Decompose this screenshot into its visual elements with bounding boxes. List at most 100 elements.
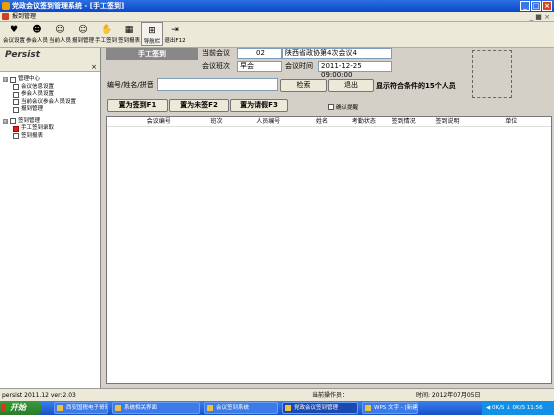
- toolbar-button-label: 导航栏: [143, 39, 161, 45]
- toolbar-button-person[interactable]: ☺ 当前人员: [49, 22, 71, 46]
- attendee-table: 会议编号 班次 人员编号 姓名 考勤状态 签到情况 签到说明 单位: [106, 116, 552, 384]
- system-tray[interactable]: ◀ 0K/S ↓ 0K/S 11:56: [482, 401, 554, 415]
- section-label: 手工签到: [106, 48, 198, 60]
- taskbar-item[interactable]: WPS 文字 - [新建]: [362, 402, 418, 414]
- node-icon: [13, 99, 19, 106]
- toolbar-button-nav[interactable]: ⊞ 导航栏: [141, 22, 163, 46]
- nav-icon: ⊞: [148, 26, 156, 36]
- search-button[interactable]: 检索: [280, 79, 327, 92]
- menu-item-checkin-management[interactable]: 报到管理: [12, 12, 36, 22]
- column-header[interactable]: 人员编号: [236, 117, 300, 126]
- main-panel: 手工签到 当前会议 02 陕西省政协第4次会议4 会议班次 早会 会议时间 20…: [102, 48, 554, 388]
- exit-icon: ⇥: [171, 25, 179, 35]
- column-header[interactable]: 单位: [471, 117, 551, 126]
- tree-item[interactable]: 手工签到录取: [3, 125, 100, 133]
- node-icon: [13, 84, 19, 91]
- toolbar: ♥ 会议设置 ☻ 参会人员 ☺ 当前人员 ☺ 报到管理 ✋ 手工签到 ▦ 签到报表 ⊞ 导航栏 ⇥ 退出F12: [0, 22, 554, 48]
- time-label: 会议时间: [285, 62, 313, 70]
- time-field: 2011-12-25 09:00:00: [318, 61, 392, 79]
- node-icon: [10, 118, 16, 125]
- toolbar-button-label: 会议设置: [3, 38, 26, 44]
- taskbar-item-label: 系统相关界面: [124, 405, 158, 411]
- tree-item[interactable]: ⊟ 管理中心: [3, 76, 100, 84]
- column-header[interactable]: 班次: [197, 117, 237, 126]
- task-icon: [115, 405, 121, 411]
- main-window: 党政会议签到管理系统 - [手工签到] _ □ × 报到管理 _ ■ × ♥ 会议…: [0, 0, 554, 401]
- session-label: 会议班次: [202, 62, 230, 70]
- tree-item-label: 管理中心: [18, 76, 41, 82]
- tree-item-label: 当前会议参会人员设置: [21, 98, 77, 105]
- meeting-no-field: 02: [237, 48, 282, 59]
- start-label: 开始: [10, 403, 26, 412]
- tree-item[interactable]: 当前会议参会人员设置: [3, 99, 100, 107]
- app-icon: [2, 2, 10, 10]
- toolbar-button-report[interactable]: ▦ 签到报表: [118, 22, 140, 46]
- taskbar-item-label: 西安国税电子哥哥: [66, 405, 108, 411]
- taskbar-item[interactable]: 党政会议签到管理: [282, 402, 358, 414]
- search-input[interactable]: [157, 78, 278, 91]
- tree-item-label: 签到管理: [18, 117, 41, 124]
- set-leave-button[interactable]: 置为请假F3: [230, 99, 288, 112]
- meeting-name-field: 陕西省政协第4次会议4: [282, 48, 392, 59]
- tree-item[interactable]: 会议信息设置: [3, 84, 100, 92]
- tree-item[interactable]: 签到报表: [3, 133, 100, 141]
- current-meeting-label: 当前会议: [202, 49, 230, 57]
- nav-tree: ⊟ 管理中心 会议信息设置 参会人员设置 当前会议参会人员设置 报到管理 ⊟ 签到管理 手工签到…: [0, 72, 100, 140]
- taskbar-item[interactable]: 西安国税电子哥哥: [54, 402, 108, 414]
- windows-flag-icon: [2, 404, 9, 411]
- session-field: 早会: [237, 61, 282, 72]
- menu-app-icon: [2, 13, 9, 20]
- node-icon: [13, 133, 19, 140]
- toolbar-button-label: 报到管理: [72, 38, 95, 44]
- confirm-checkbox[interactable]: 确认提醒: [328, 103, 358, 111]
- checkbox-box[interactable]: [328, 104, 334, 110]
- checked-node-icon: [13, 125, 19, 132]
- toolbar-button-label: 签到报表: [118, 38, 141, 44]
- status-bar: persist 2011.12 ver:2.03 当前操作员： 时间: 2012…: [0, 388, 554, 401]
- expand-icon[interactable]: ⊟: [3, 77, 8, 83]
- column-header[interactable]: 姓名: [300, 117, 344, 126]
- tree-item[interactable]: 报到管理: [3, 106, 100, 114]
- column-header[interactable]: 考勤状态: [344, 117, 384, 126]
- expand-icon[interactable]: ⊟: [3, 118, 8, 124]
- person-icon: ☺: [55, 25, 65, 35]
- node-icon: [13, 91, 19, 98]
- exit-button[interactable]: 退出: [328, 79, 374, 92]
- taskbar-item-label: 会议签到系统: [216, 405, 250, 411]
- column-header[interactable]: 会议编号: [121, 117, 197, 126]
- confirm-checkbox-label: 确认提醒: [336, 105, 359, 111]
- hand-icon: ✋: [101, 25, 113, 35]
- toolbar-button-hand[interactable]: ✋ 手工签到: [95, 22, 117, 46]
- result-count-text: 显示符合条件的15个人员: [376, 82, 456, 90]
- taskbar-item[interactable]: 系统相关界面: [112, 402, 200, 414]
- column-header[interactable]: 签到说明: [424, 117, 472, 126]
- set-signed-button[interactable]: 置为签到F1: [107, 99, 168, 112]
- task-icon: [57, 405, 63, 411]
- toolbar-button-label: 退出F12: [164, 38, 186, 44]
- search-label: 编号/姓名/拼音: [107, 81, 154, 89]
- close-button[interactable]: ×: [542, 1, 552, 11]
- task-icon: [207, 405, 213, 411]
- tree-item-label: 参会人员设置: [21, 91, 55, 97]
- tree-item[interactable]: 参会人员设置: [3, 91, 100, 99]
- minimize-button[interactable]: _: [520, 1, 530, 11]
- set-unsigned-button[interactable]: 置为未签F2: [169, 99, 229, 112]
- sidebar: Persist × ⊟ 管理中心 会议信息设置 参会人员设置 当前会议参会人员设置 报到管…: [0, 48, 101, 388]
- toolbar-button-smile[interactable]: ☺ 报到管理: [72, 22, 94, 46]
- tree-item-label: 会议信息设置: [21, 83, 55, 90]
- table-header: 会议编号 班次 人员编号 姓名 考勤状态 签到情况 签到说明 单位: [107, 117, 551, 127]
- start-button[interactable]: 开始: [0, 401, 42, 415]
- tree-item-label: 签到报表: [21, 132, 44, 139]
- node-icon: [10, 76, 16, 83]
- title-bar[interactable]: 党政会议签到管理系统 - [手工签到] _ □ ×: [0, 0, 554, 12]
- column-header[interactable]: 签到情况: [384, 117, 424, 126]
- taskbar-item[interactable]: 会议签到系统: [204, 402, 278, 414]
- toolbar-button-people[interactable]: ☻ 参会人员: [26, 22, 48, 46]
- tree-item[interactable]: ⊟ 签到管理: [3, 118, 100, 126]
- toolbar-button-meeting[interactable]: ♥ 会议设置: [3, 22, 25, 46]
- toolbar-button-exit[interactable]: ⇥ 退出F12: [164, 22, 186, 46]
- window-title: 党政会议签到管理系统 - [手工签到]: [12, 2, 125, 10]
- maximize-button[interactable]: □: [531, 1, 541, 11]
- sidebar-close-icon[interactable]: ×: [91, 62, 97, 72]
- mdi-window-controls[interactable]: _ ■ ×: [530, 12, 550, 22]
